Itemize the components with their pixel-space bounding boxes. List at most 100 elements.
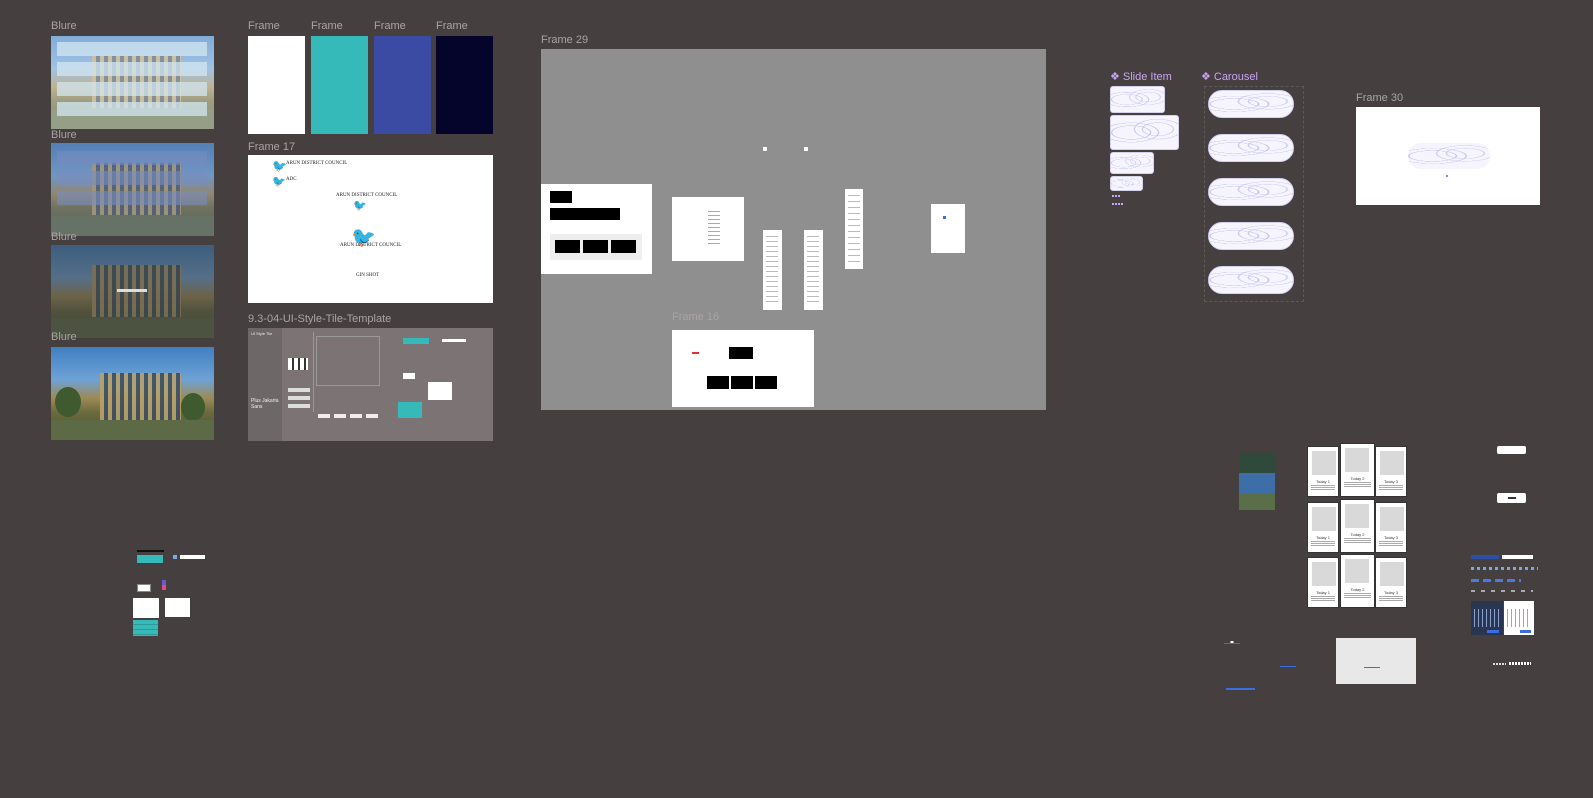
button-sample[interactable] — [1497, 493, 1526, 503]
calendar-light[interactable] — [1504, 601, 1534, 635]
date-input-sample[interactable] — [1502, 555, 1533, 559]
carousel-slide[interactable] — [1208, 134, 1294, 162]
red-accent — [692, 352, 699, 354]
slide-item-variant[interactable] — [1110, 176, 1143, 191]
text-lines — [766, 236, 778, 306]
chip-row — [1471, 590, 1533, 592]
frame-30[interactable] — [1356, 107, 1540, 205]
modal-sample[interactable] — [1336, 638, 1416, 684]
overlay-text-bar — [117, 289, 147, 292]
logo-text: ARUN DISTRICT COUNCIL — [336, 193, 398, 198]
button-sample[interactable] — [1497, 446, 1526, 454]
swatch-blue[interactable] — [374, 36, 431, 134]
blure-frame-2[interactable] — [51, 143, 214, 236]
slide-item-variant[interactable] — [1110, 86, 1165, 113]
frame-label-3[interactable]: Frame — [374, 20, 406, 32]
style-tile-frame[interactable]: UI Style Tile Plus Jakarta Sans — [248, 328, 493, 441]
card-description — [1344, 538, 1371, 543]
frame-label-style-tile[interactable]: 9.3-04-UI-Style-Tile-Template — [248, 313, 391, 325]
logo-text: ARUN DISTRICT COUNCIL — [340, 243, 402, 248]
card-image-placeholder — [1345, 504, 1369, 528]
component-icon: ❖ — [1110, 71, 1120, 83]
teal-button-sample[interactable] — [137, 555, 163, 563]
redacted-block — [555, 240, 637, 253]
blure-frame-1[interactable] — [51, 36, 214, 129]
card-title: Today 3 — [1383, 535, 1398, 540]
card-title: Today 2 — [1350, 587, 1365, 592]
label-sample — [137, 550, 164, 552]
photo-stack[interactable] — [1239, 453, 1275, 510]
toggle-sample[interactable] — [162, 580, 166, 590]
mobile-wireframe — [804, 230, 823, 310]
frame-label-16[interactable]: Frame 16 — [672, 311, 719, 323]
form-bar — [57, 151, 207, 165]
tab-sample[interactable] — [1280, 664, 1296, 667]
input-sample[interactable] — [137, 584, 151, 592]
frame-17[interactable]: 🐦 ARUN DISTRICT COUNCIL 🐦 ADC ARUN DISTR… — [248, 155, 493, 303]
swatch-teal[interactable] — [311, 36, 368, 134]
frame-label-17[interactable]: Frame 17 — [248, 141, 295, 153]
card-image-placeholder — [1312, 562, 1336, 586]
frame-label-blure-1[interactable]: Blure — [51, 20, 77, 32]
content-card[interactable]: Today 1 — [1307, 557, 1339, 608]
frame-label-2[interactable]: Frame — [311, 20, 343, 32]
carousel-slide[interactable] — [1208, 178, 1294, 206]
frame-label-blure-2[interactable]: Blure — [51, 129, 77, 141]
content-card[interactable]: Today 1 — [1307, 502, 1339, 553]
content-card[interactable]: Today 2 — [1340, 499, 1375, 553]
form-bar — [57, 82, 207, 96]
component-label-carousel[interactable]: ❖ Carousel — [1201, 70, 1258, 83]
building-image — [99, 373, 182, 420]
frame-label-blure-4[interactable]: Blure — [51, 331, 77, 343]
redacted-block — [729, 347, 753, 359]
wireframe-card — [541, 184, 652, 274]
calendar-button — [1487, 630, 1499, 633]
content-card[interactable]: Today 3 — [1375, 446, 1407, 497]
ground-image — [51, 419, 214, 440]
card-title: Today 3 — [1383, 479, 1398, 484]
text-lines — [708, 211, 720, 247]
content-card[interactable]: Today 3 — [1375, 557, 1407, 608]
date-input-sample[interactable] — [1471, 555, 1499, 559]
frame-label-4[interactable]: Frame — [436, 20, 468, 32]
swatch-white[interactable] — [248, 36, 305, 134]
handle — [763, 147, 767, 151]
tree-image — [181, 393, 205, 421]
icon-sample — [173, 555, 177, 559]
redacted-strip — [550, 234, 642, 260]
bird-logo-icon: 🐦 — [272, 159, 287, 173]
redacted-block — [550, 208, 620, 220]
content-card[interactable]: Today 2 — [1340, 443, 1375, 497]
frame-label-29[interactable]: Frame 29 — [541, 34, 588, 46]
calendar-grid — [1507, 609, 1531, 627]
swatch-navy[interactable] — [436, 36, 493, 134]
frame-label-1[interactable]: Frame — [248, 20, 280, 32]
slide-item-variant[interactable] — [1110, 152, 1154, 174]
frame-label-30[interactable]: Frame 30 — [1356, 92, 1403, 104]
carousel-slide[interactable] — [1208, 222, 1294, 250]
dropdown-sample[interactable] — [133, 598, 159, 618]
card-title: Today 2 — [1350, 532, 1365, 537]
carousel-slide[interactable] — [1208, 266, 1294, 294]
list-sample[interactable] — [165, 598, 190, 617]
tab-underline-sample[interactable] — [1226, 688, 1255, 690]
frame-16[interactable] — [672, 330, 814, 407]
input-sample — [442, 339, 466, 342]
tab-sample[interactable] — [1224, 641, 1240, 644]
teal-list — [398, 402, 422, 418]
calendar-dark[interactable] — [1471, 601, 1503, 635]
button-text-bar — [1508, 497, 1516, 499]
frame-label-blure-3[interactable]: Blure — [51, 231, 77, 243]
component-label-slide-item[interactable]: ❖ Slide Item — [1110, 70, 1172, 83]
carousel-slide[interactable] — [1208, 90, 1294, 118]
blure-frame-3[interactable] — [51, 245, 214, 338]
slide-item-variant[interactable] — [1110, 115, 1179, 150]
card-title: Today 1 — [1315, 479, 1330, 484]
teal-list-sample[interactable] — [133, 620, 158, 636]
blure-frame-4[interactable] — [51, 347, 214, 440]
input-sample[interactable] — [180, 555, 205, 559]
content-card[interactable]: Today 3 — [1375, 502, 1407, 553]
content-card[interactable]: Today 1 — [1307, 446, 1339, 497]
card-image-placeholder — [1380, 562, 1404, 586]
content-card[interactable]: Today 2 — [1340, 554, 1375, 608]
